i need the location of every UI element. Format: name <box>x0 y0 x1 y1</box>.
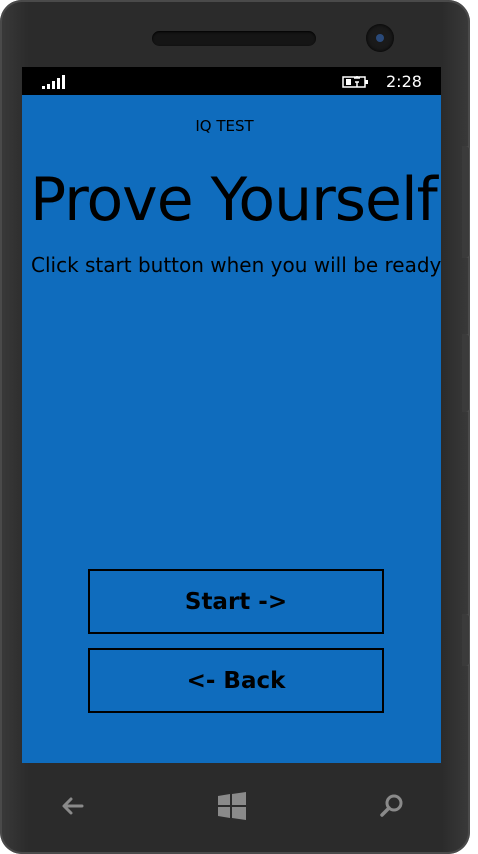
search-icon[interactable] <box>377 791 407 821</box>
page-title: Prove Yourself <box>30 165 438 235</box>
app-title: IQ TEST <box>195 117 254 135</box>
phone-frame: 2:28 IQ TEST Prove Yourself Click start … <box>0 0 470 854</box>
power-button <box>462 334 470 412</box>
front-camera <box>366 24 394 52</box>
app-screen: 2:28 IQ TEST Prove Yourself Click start … <box>22 67 441 763</box>
camera-button <box>462 614 470 666</box>
status-bar: 2:28 <box>22 67 441 95</box>
back-arrow-icon[interactable] <box>58 791 88 821</box>
back-button[interactable]: <- Back <box>88 648 384 713</box>
earpiece-speaker <box>152 31 316 46</box>
volume-button <box>462 146 470 258</box>
windows-logo-icon[interactable] <box>217 791 247 821</box>
status-time: 2:28 <box>386 72 422 91</box>
battery-charging-icon <box>342 76 368 88</box>
instruction-text: Click start button when you will be read… <box>31 253 441 277</box>
hardware-nav-bar <box>0 763 470 854</box>
start-button[interactable]: Start -> <box>88 569 384 634</box>
signal-bars-icon <box>42 75 65 89</box>
